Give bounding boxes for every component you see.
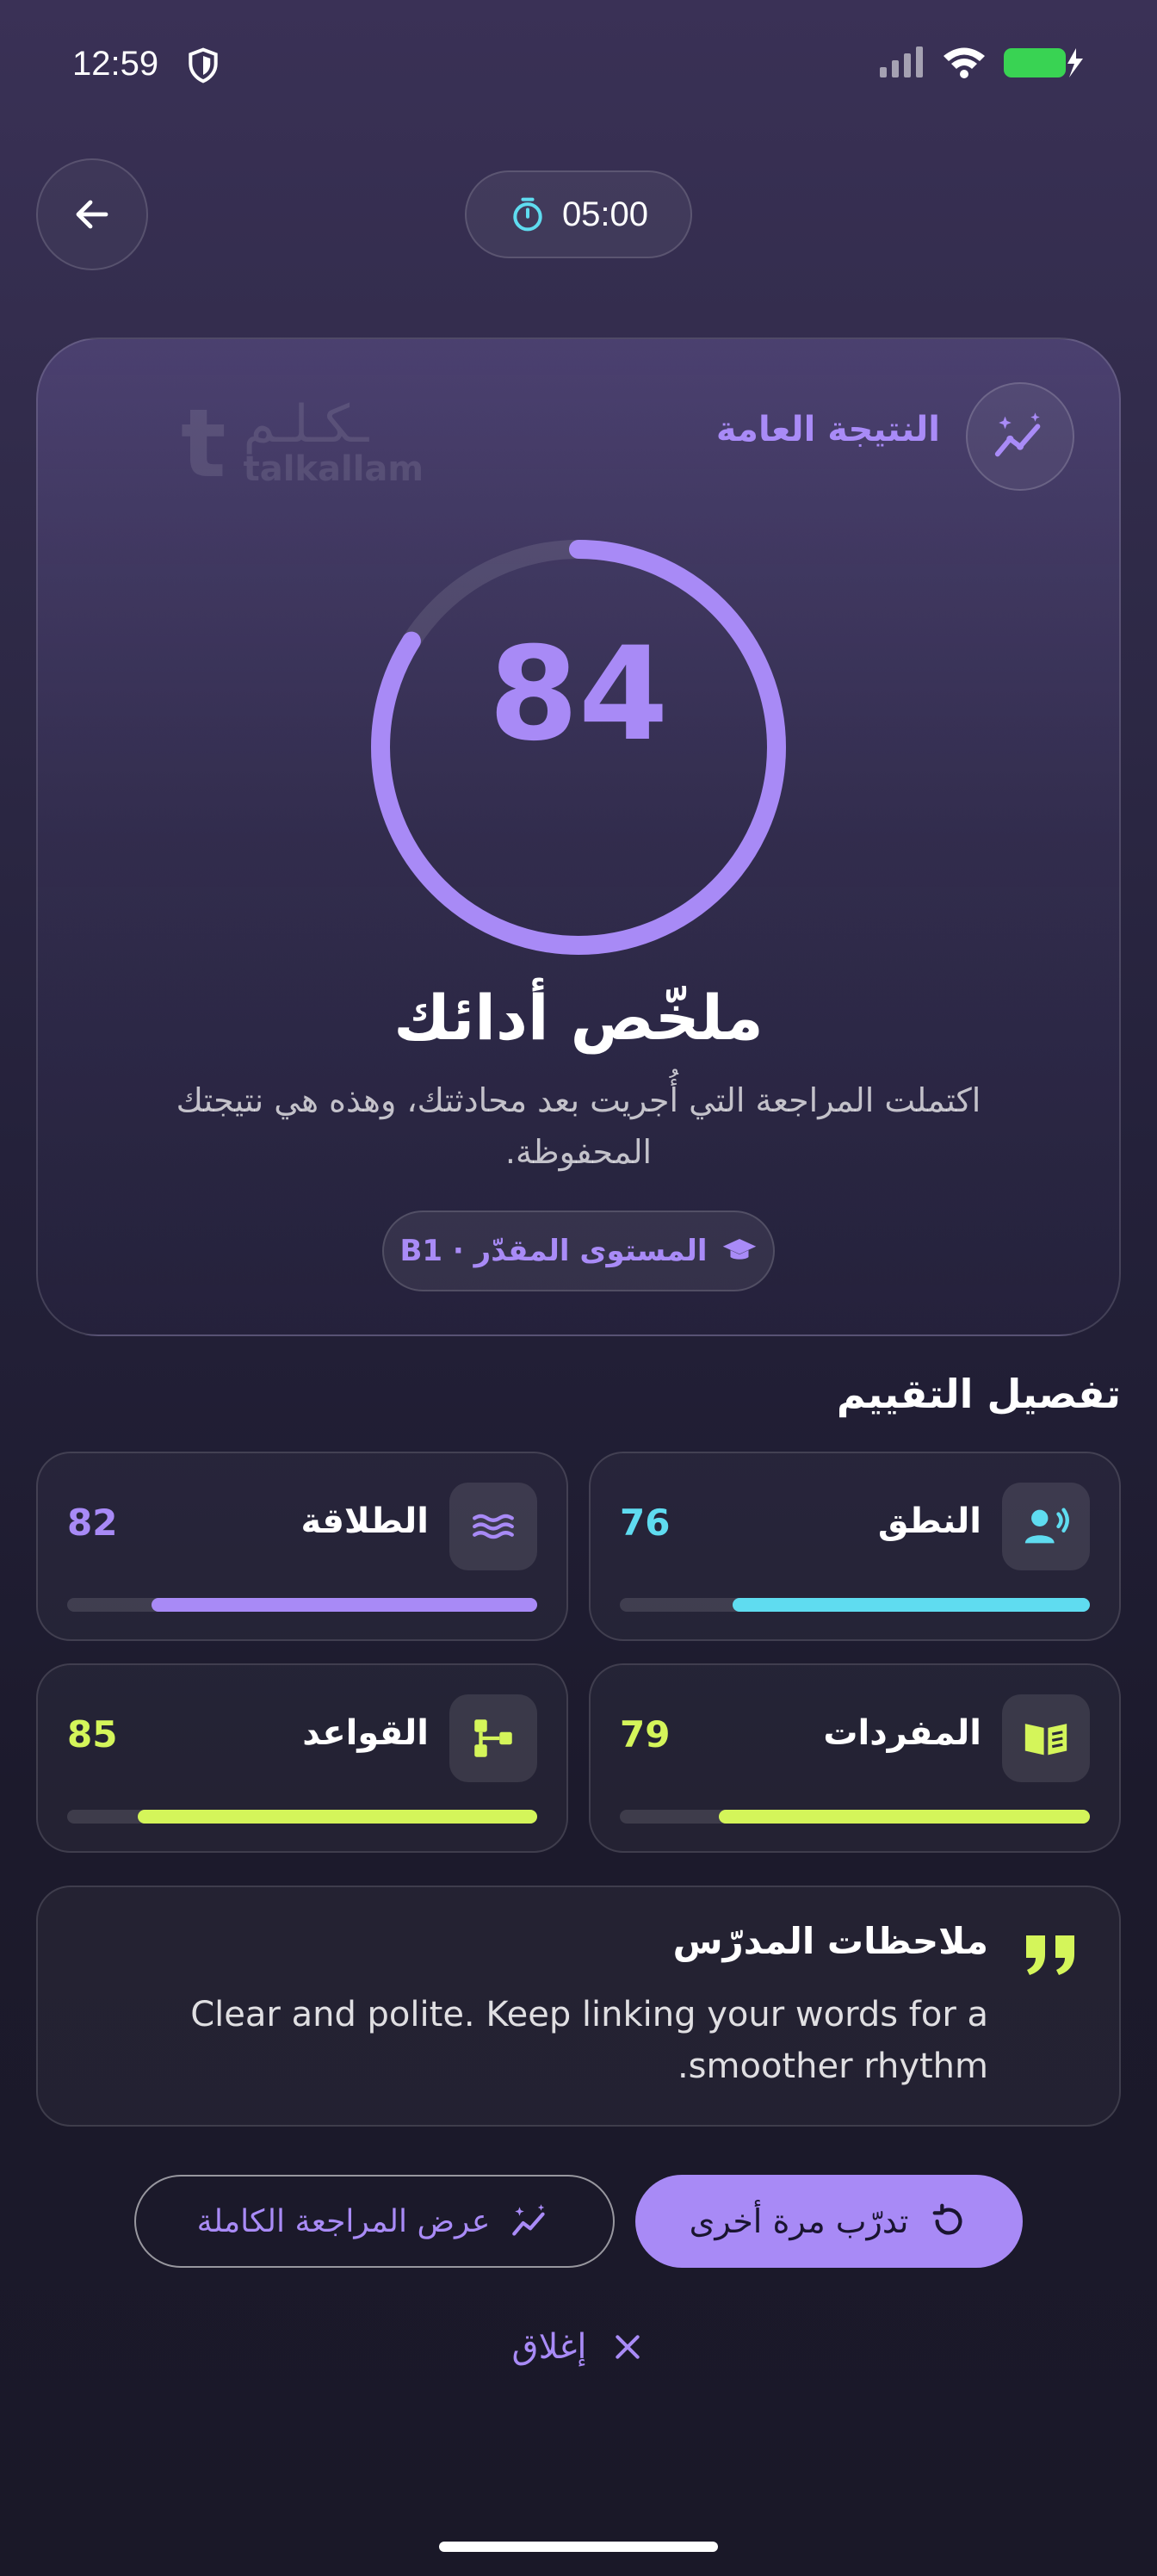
metric-card-grammar: القواعد 85	[36, 1663, 568, 1853]
talkallam-logo: t ـكـلـم talkallam	[181, 388, 424, 498]
breakdown-title: تفصيل التقييم	[836, 1371, 1121, 1417]
arrow-left-icon	[76, 200, 108, 229]
graduation-cap-icon	[722, 1239, 756, 1260]
metric-fill	[137, 1810, 537, 1824]
retry-button-label: تدرّب مرة أخرى	[689, 2202, 909, 2240]
level-text: المستوى المقدّر · B1	[399, 1234, 708, 1268]
metric-label: القواعد	[302, 1713, 429, 1753]
estimated-level-badge: المستوى المقدّر · B1	[382, 1211, 775, 1291]
close-icon	[616, 2335, 640, 2359]
status-icons	[878, 45, 1085, 79]
back-button[interactable]	[36, 158, 148, 270]
close-button-label: إغلاق	[511, 2327, 587, 2367]
fluency-icon	[449, 1483, 537, 1570]
metric-fill	[718, 1810, 1090, 1824]
summary-title: ملخّص أدائك	[393, 981, 764, 1054]
full-review-button[interactable]: عرض المراجعة الكاملة	[134, 2175, 615, 2268]
metric-track	[67, 1810, 537, 1824]
pronunciation-icon	[1002, 1483, 1090, 1570]
wifi-icon	[944, 47, 985, 78]
summary-description: اكتملت المراجعة التي أُجريت بعد محادثتك،…	[176, 1081, 981, 1171]
signal-icon	[880, 46, 923, 77]
metric-value: 76	[620, 1502, 671, 1544]
metric-label: المفردات	[823, 1713, 981, 1753]
metric-track	[620, 1810, 1090, 1824]
teacher-notes-body: Clear and polite. Keep linking your word…	[190, 1995, 988, 2086]
metric-card-vocabulary: المفردات 79	[589, 1663, 1121, 1853]
metric-card-fluency: الطلاقة 82	[36, 1452, 568, 1641]
quote-icon	[1026, 1935, 1074, 1975]
overall-score-value: 84	[488, 620, 669, 770]
metric-value: 82	[67, 1502, 118, 1544]
metric-card-pronunciation: النطق 76	[589, 1452, 1121, 1641]
retry-button[interactable]: تدرّب مرة أخرى	[635, 2175, 1023, 2268]
metric-label: الطلاقة	[300, 1502, 429, 1541]
timer-pill: 05:00	[465, 170, 692, 258]
sparkle-chart-icon	[966, 382, 1074, 491]
metric-track	[620, 1598, 1090, 1612]
metric-fill	[733, 1598, 1090, 1612]
shield-icon	[189, 47, 218, 84]
battery-charging-icon	[1004, 48, 1083, 77]
close-button[interactable]: إغلاق	[482, 2314, 675, 2380]
sparkle-chart-icon	[512, 2204, 545, 2236]
overall-score-label: النتيجة العامة	[715, 410, 940, 449]
stopwatch-icon	[513, 197, 542, 232]
full-review-button-label: عرض المراجعة الكاملة	[196, 2203, 491, 2239]
teacher-notes-title: ملاحظات المدرّس	[672, 1920, 988, 1962]
retry-icon	[933, 2203, 962, 2235]
grammar-icon	[449, 1694, 537, 1782]
metric-fill	[152, 1598, 537, 1612]
metric-value: 79	[620, 1713, 671, 1756]
metric-track	[67, 1598, 537, 1612]
metric-label: النطق	[877, 1502, 981, 1541]
metric-value: 85	[67, 1713, 118, 1756]
timer-text: 05:00	[561, 195, 649, 233]
status-time: 12:59	[72, 45, 159, 83]
home-indicator[interactable]	[439, 2542, 718, 2552]
vocabulary-icon	[1002, 1694, 1090, 1782]
